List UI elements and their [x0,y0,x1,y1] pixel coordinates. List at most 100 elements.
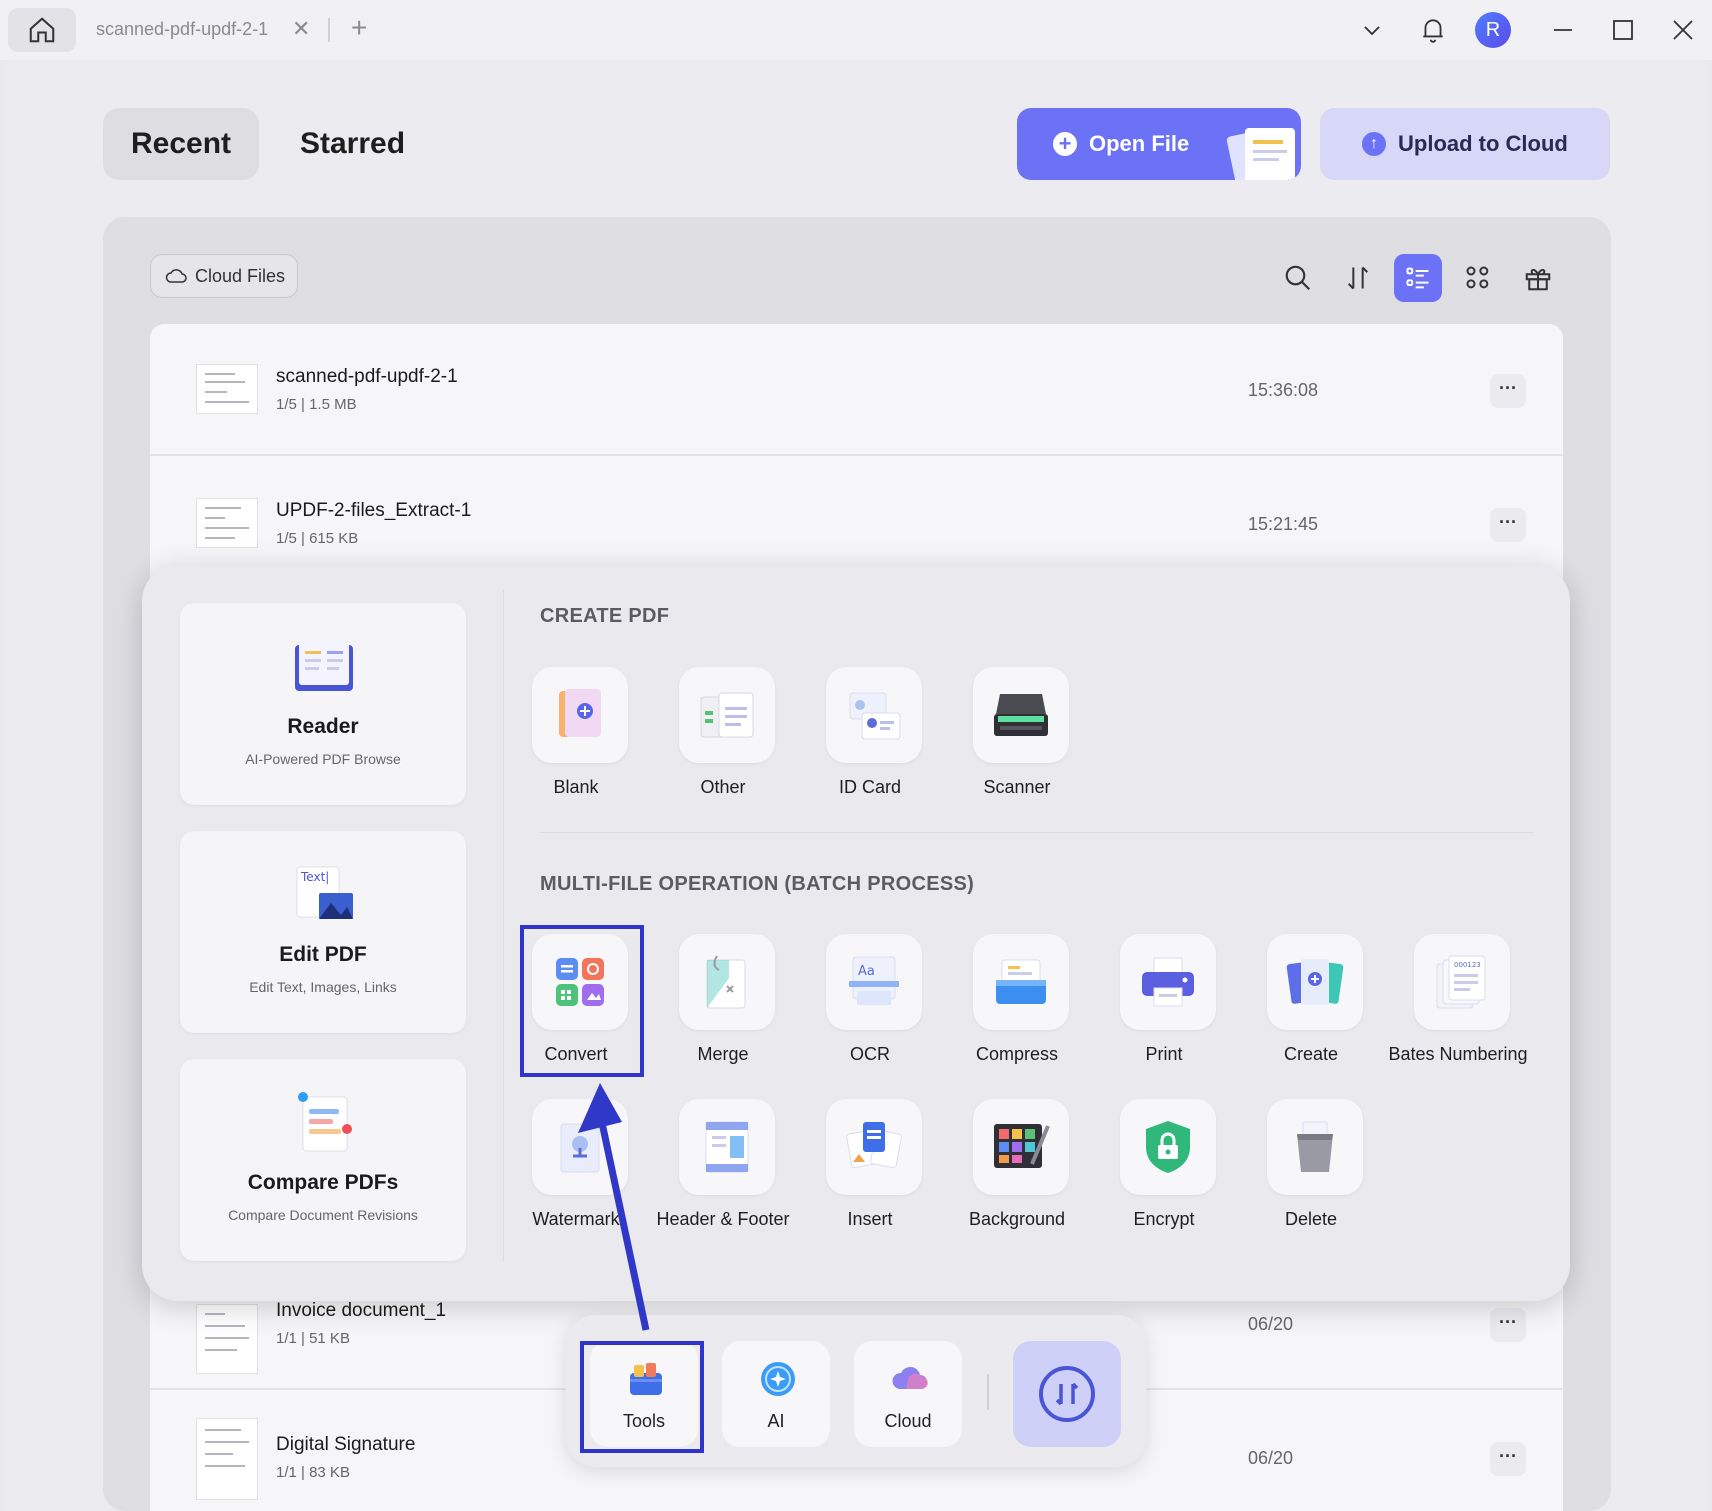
reader-card[interactable]: Reader AI-Powered PDF Browse [180,603,466,805]
tool-create[interactable]: Create [1241,934,1381,1084]
edit-pdf-card[interactable]: Text| Edit PDF Edit Text, Images, Links [180,831,466,1033]
gift-icon[interactable] [1514,254,1562,302]
grid-view-icon[interactable] [1454,254,1502,302]
more-options-button[interactable]: ··· [1490,508,1526,542]
chevron-down-icon[interactable] [1354,12,1390,48]
avatar[interactable]: R [1475,12,1511,48]
upload-to-cloud-button[interactable]: ↑ Upload to Cloud [1320,108,1610,180]
file-time: 15:36:08 [1248,380,1319,400]
tab-title[interactable]: scanned-pdf-updf-2-1 [96,19,268,40]
more-options-button[interactable]: ··· [1490,374,1526,408]
tool-id-card[interactable]: ID Card [800,667,940,817]
tool-delete[interactable]: Delete [1241,1099,1381,1249]
tools-highlight-box [580,1341,704,1453]
compare-pdfs-subtitle: Compare Document Revisions [228,1207,418,1223]
tool-label: Create [1283,1044,1339,1064]
vertical-divider [503,590,504,1262]
tool-background[interactable]: Background [947,1099,1087,1249]
file-time: 06/20 [1248,1314,1294,1334]
file-thumbnail [196,1304,258,1374]
tool-encrypt[interactable]: Encrypt [1094,1099,1234,1249]
file-name: scanned-pdf-updf-2-1 [276,366,458,387]
file-meta: 1/5 | 1.5 MB [276,396,357,413]
horizontal-divider [540,832,1534,833]
sync-sort-icon [1039,1366,1095,1422]
trash-icon [1297,1121,1333,1172]
printer-icon [1142,957,1194,1007]
cloud-files-button[interactable]: Cloud Files [150,254,298,298]
tab-starred[interactable]: Starred [300,108,405,180]
tool-other[interactable]: Other [653,667,793,817]
dock-sync-button[interactable] [1013,1341,1121,1447]
tool-label: Print [1145,1044,1183,1064]
tool-merge[interactable]: Merge [653,934,793,1084]
tool-ocr[interactable]: Aa OCR [800,934,940,1084]
edit-pdf-title: Edit PDF [279,943,367,966]
background-palette-icon [994,1124,1050,1168]
tool-compress[interactable]: Compress [947,934,1087,1084]
dock-label: AI [767,1411,785,1431]
tool-blank[interactable]: Blank [506,667,646,817]
tool-header-footer[interactable]: Header & Footer [653,1099,793,1249]
minimize-icon[interactable] [1545,12,1581,48]
file-name: Digital Signature [276,1434,416,1455]
bates-numbering-icon: 000123 [1436,955,1486,1009]
dock-cloud-button[interactable]: Cloud [854,1341,962,1447]
upload-icon: ↑ [1362,132,1386,156]
blank-page-icon [559,689,601,737]
open-file-button[interactable]: + Open File [1017,108,1301,180]
watermark-icon [560,1123,600,1173]
more-options-button[interactable]: ··· [1490,1308,1526,1342]
tool-label: Bates Numbering [1388,1044,1528,1064]
sort-icon[interactable] [1334,254,1382,302]
home-icon [29,17,55,43]
tool-label: Background [968,1209,1066,1229]
compress-icon [996,959,1046,1004]
tab-close-icon[interactable]: ✕ [292,16,310,42]
reader-title: Reader [287,715,359,738]
document-stack-icon [1226,128,1295,180]
tool-label: Other [700,777,746,797]
compare-icon [298,1092,352,1152]
list-view-icon[interactable] [1394,254,1442,302]
tool-print[interactable]: Print [1094,934,1234,1084]
dock-label: Cloud [884,1411,932,1431]
ocr-icon: Aa [849,956,899,1005]
open-file-label: Open File [1089,131,1190,156]
new-tab-button[interactable]: + [351,12,367,44]
close-icon[interactable] [1665,12,1701,48]
edit-text-image-icon: Text| [296,866,353,919]
tool-scanner[interactable]: Scanner [947,667,1087,817]
search-icon[interactable] [1274,254,1322,302]
batch-heading: MULTI-FILE OPERATION (BATCH PROCESS) [540,873,975,895]
cloud-icon [165,269,187,283]
tool-label: Delete [1284,1209,1338,1229]
other-format-icon [700,692,754,738]
edit-pdf-subtitle: Edit Text, Images, Links [249,979,397,995]
bell-icon[interactable] [1415,12,1451,48]
tool-watermark[interactable]: Watermark [506,1099,646,1249]
maximize-icon[interactable] [1605,12,1641,48]
tab-recent[interactable]: Recent [103,108,259,180]
file-row[interactable]: scanned-pdf-updf-2-1 1/5 | 1.5 MB 15:36:… [150,324,1563,456]
tool-label: OCR [850,1044,890,1064]
home-button[interactable] [8,8,76,52]
tool-label: Compress [975,1044,1059,1064]
dock-ai-button[interactable]: AI [722,1341,830,1447]
id-card-icon [849,692,901,740]
file-meta: 1/1 | 51 KB [276,1330,350,1347]
shield-lock-icon [1146,1121,1190,1173]
more-options-button[interactable]: ··· [1490,1442,1526,1476]
tool-insert[interactable]: Insert [800,1099,940,1249]
plus-icon: + [1053,132,1077,156]
upload-label: Upload to Cloud [1398,131,1568,156]
tool-label: ID Card [838,777,901,797]
svg-text:Aa: Aa [858,964,875,979]
compare-pdfs-card[interactable]: Compare PDFs Compare Document Revisions [180,1059,466,1261]
tool-label: Watermark [532,1209,620,1229]
merge-icon [706,955,746,1009]
header-footer-icon [705,1121,749,1173]
file-thumbnail [196,364,258,414]
tool-bates-numbering[interactable]: 000123 Bates Numbering [1388,934,1528,1084]
title-bar: scanned-pdf-updf-2-1 ✕ + R [0,0,1712,60]
